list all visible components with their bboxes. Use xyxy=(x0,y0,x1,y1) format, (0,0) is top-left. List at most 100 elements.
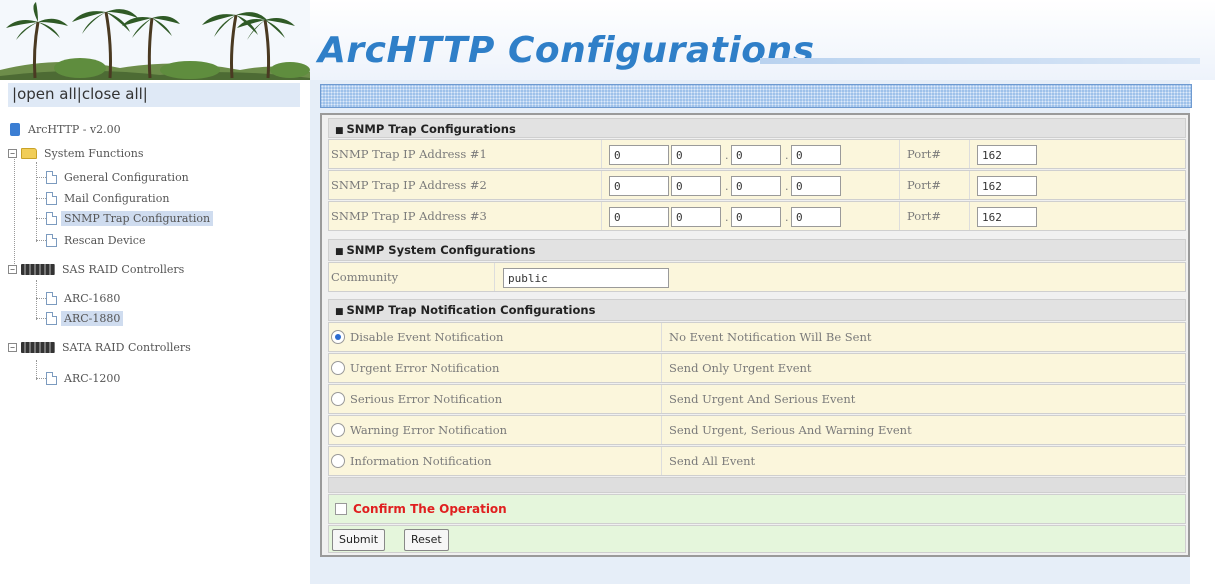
spacer-bar xyxy=(328,477,1186,493)
trap-row-1: SNMP Trap IP Address #1 . . . Port# xyxy=(328,139,1186,169)
palm-trees-logo-image xyxy=(0,0,310,80)
tree-folder-system-functions[interactable]: − System Functions xyxy=(8,144,147,162)
trap3-port-input[interactable] xyxy=(977,207,1037,227)
notify-option-description: Send Only Urgent Event xyxy=(669,361,812,375)
trap-port-label: Port# xyxy=(907,178,941,192)
tree-item-arc-1680[interactable]: ARC-1680 xyxy=(46,289,123,307)
snmp-config-form: ■ SNMP Trap Configurations SNMP Trap IP A… xyxy=(320,113,1190,557)
tree-expand-controls: |open all|close all| xyxy=(8,83,300,107)
notify-option-label: Information Notification xyxy=(350,454,492,468)
tree-item-arc-1880[interactable]: ARC-1880 xyxy=(46,309,124,327)
trap2-ip-octet-4[interactable] xyxy=(791,176,841,196)
community-label: Community xyxy=(331,270,399,284)
submit-button[interactable]: Submit xyxy=(332,529,386,551)
collapse-icon[interactable]: − xyxy=(8,264,17,274)
tree-root-label: ArcHTTP - v2.00 xyxy=(28,122,121,136)
serious-notification-radio[interactable] xyxy=(331,392,345,406)
trap1-ip-octet-3[interactable] xyxy=(731,145,781,165)
tree-folder-sas-raid[interactable]: − SAS RAID Controllers xyxy=(8,260,187,278)
trap-row-2: SNMP Trap IP Address #2 . . . Port# xyxy=(328,170,1186,200)
folder-icon xyxy=(21,147,37,159)
document-icon xyxy=(46,170,57,184)
trap3-ip-octet-3[interactable] xyxy=(731,207,781,227)
tree-connector xyxy=(36,280,37,320)
tree-connector xyxy=(36,378,46,379)
trap-port-label: Port# xyxy=(907,209,941,223)
notify-option-row: Warning Error Notification Send Urgent, … xyxy=(328,415,1186,445)
notify-option-label: Warning Error Notification xyxy=(350,423,508,437)
tree-item-label: ARC-1680 xyxy=(64,291,121,305)
community-row: Community xyxy=(328,262,1186,292)
document-icon xyxy=(46,371,57,385)
tree-folder-label: System Functions xyxy=(44,146,144,160)
tree-root[interactable]: ArcHTTP - v2.00 xyxy=(10,120,124,138)
confirm-checkbox[interactable] xyxy=(335,503,347,515)
close-all-link[interactable]: close all xyxy=(82,85,143,103)
trap2-ip-octet-1[interactable] xyxy=(609,176,669,196)
trap-ip-label: SNMP Trap IP Address #2 xyxy=(331,178,487,192)
document-icon xyxy=(46,211,57,225)
tree-item-rescan-device[interactable]: Rescan Device xyxy=(46,231,148,249)
notify-option-description: Send Urgent And Serious Event xyxy=(669,392,856,406)
warning-notification-radio[interactable] xyxy=(331,423,345,437)
trap3-ip-octet-4[interactable] xyxy=(791,207,841,227)
section-header-system: ■ SNMP System Configurations xyxy=(328,239,1186,261)
server-icon xyxy=(10,122,20,136)
notify-option-description: No Event Notification Will Be Sent xyxy=(669,330,872,344)
notify-option-label: Disable Event Notification xyxy=(350,330,504,344)
information-notification-radio[interactable] xyxy=(331,454,345,468)
document-icon xyxy=(46,291,57,305)
collapse-icon[interactable]: − xyxy=(8,342,17,352)
tree-connector xyxy=(36,198,46,199)
collapse-icon[interactable]: − xyxy=(8,148,17,158)
trap1-ip-octet-1[interactable] xyxy=(609,145,669,165)
tree-item-label: Mail Configuration xyxy=(64,191,170,205)
disable-notification-radio[interactable] xyxy=(331,330,345,344)
document-icon xyxy=(46,311,57,325)
tree-item-arc-1200[interactable]: ARC-1200 xyxy=(46,369,123,387)
tree-connector xyxy=(36,298,46,299)
notify-option-row: Serious Error Notification Send Urgent A… xyxy=(328,384,1186,414)
tree-item-label: ARC-1880 xyxy=(61,310,124,326)
open-all-link[interactable]: open all xyxy=(17,85,77,103)
dotted-title-bar xyxy=(320,84,1192,108)
trap-ip-label: SNMP Trap IP Address #1 xyxy=(331,147,487,161)
raid-controller-icon xyxy=(21,341,55,353)
title-underline xyxy=(760,58,1200,64)
trap2-ip-octet-3[interactable] xyxy=(731,176,781,196)
section-header-notification: ■ SNMP Trap Notification Configurations xyxy=(328,299,1186,321)
reset-button[interactable]: Reset xyxy=(404,529,449,551)
trap1-ip-octet-2[interactable] xyxy=(671,145,721,165)
tree-folder-sata-raid[interactable]: − SATA RAID Controllers xyxy=(8,338,194,356)
tree-item-label: SNMP Trap Configuration xyxy=(61,210,214,226)
document-icon xyxy=(46,191,57,205)
tree-folder-label: SAS RAID Controllers xyxy=(62,262,185,276)
raid-controller-icon xyxy=(21,263,55,275)
tree-connector xyxy=(36,318,46,319)
notify-option-row: Disable Event Notification No Event Noti… xyxy=(328,322,1186,352)
confirm-label: Confirm The Operation xyxy=(353,502,507,516)
button-row: Submit Reset xyxy=(328,525,1186,553)
trap2-ip-octet-2[interactable] xyxy=(671,176,721,196)
urgent-notification-radio[interactable] xyxy=(331,361,345,375)
tree-item-label: ARC-1200 xyxy=(64,371,121,385)
tree-connector xyxy=(36,162,37,242)
trap3-ip-octet-1[interactable] xyxy=(609,207,669,227)
tree-connector xyxy=(36,218,46,219)
tree-folder-label: SATA RAID Controllers xyxy=(62,340,191,354)
tree-item-general-configuration[interactable]: General Configuration xyxy=(46,168,192,186)
trap2-port-input[interactable] xyxy=(977,176,1037,196)
tree-item-mail-configuration[interactable]: Mail Configuration xyxy=(46,189,172,207)
community-input[interactable] xyxy=(503,268,669,288)
notify-option-description: Send All Event xyxy=(669,454,756,468)
section-title: SNMP System Configurations xyxy=(346,243,536,257)
tree-item-snmp-trap-configuration[interactable]: SNMP Trap Configuration xyxy=(46,209,214,227)
notify-option-row: Information Notification Send All Event xyxy=(328,446,1186,476)
section-title: SNMP Trap Configurations xyxy=(346,122,516,136)
trap1-port-input[interactable] xyxy=(977,145,1037,165)
trap-row-3: SNMP Trap IP Address #3 . . . Port# xyxy=(328,201,1186,231)
confirm-row: Confirm The Operation xyxy=(328,494,1186,524)
tree-connector xyxy=(36,177,46,178)
trap1-ip-octet-4[interactable] xyxy=(791,145,841,165)
trap3-ip-octet-2[interactable] xyxy=(671,207,721,227)
